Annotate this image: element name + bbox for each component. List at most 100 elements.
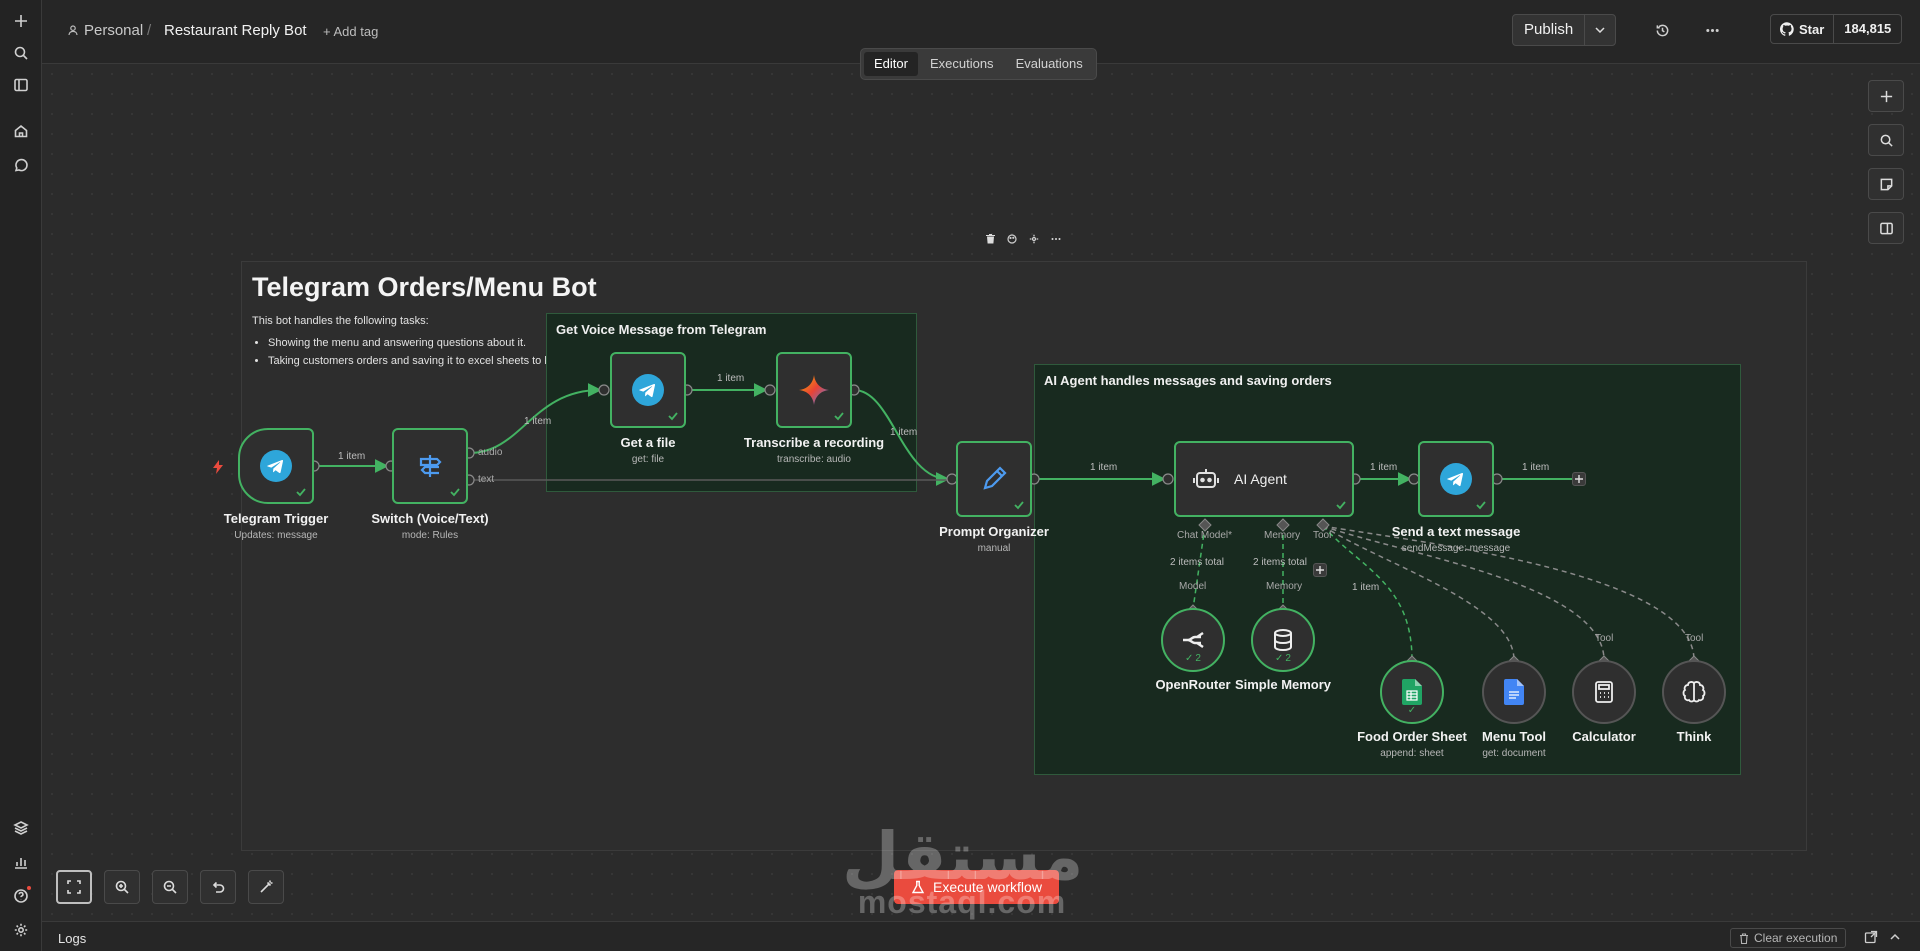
node-title: Calculator bbox=[1572, 729, 1636, 744]
node-get-file[interactable] bbox=[610, 352, 686, 428]
zoom-in-icon bbox=[115, 880, 129, 894]
pop-out-icon[interactable] bbox=[1864, 930, 1878, 944]
trash-icon[interactable] bbox=[984, 233, 996, 245]
search-nodes-button[interactable] bbox=[1868, 124, 1904, 156]
node-title: Get a file bbox=[620, 435, 676, 450]
gemini-sparkle-icon bbox=[799, 375, 829, 405]
node-calculator[interactable] bbox=[1572, 660, 1636, 724]
signpost-icon bbox=[419, 455, 442, 477]
github-star-button[interactable]: Star 184,815 bbox=[1770, 14, 1903, 44]
run-count-badge: ✓ 2 bbox=[1275, 653, 1291, 664]
clear-execution-label: Clear execution bbox=[1754, 931, 1838, 945]
sticky-note-icon bbox=[1880, 178, 1892, 190]
undo-icon bbox=[212, 881, 225, 893]
switch-output-text: text bbox=[478, 474, 495, 485]
publish-split-button: Publish bbox=[1512, 14, 1617, 46]
node-prompt-organizer[interactable] bbox=[956, 441, 1032, 517]
execute-workflow-button[interactable]: Execute workflow bbox=[894, 870, 1059, 904]
node-title: Transcribe a recording bbox=[743, 435, 885, 450]
help-icon[interactable] bbox=[9, 884, 33, 908]
telegram-icon bbox=[632, 374, 664, 406]
add-node-button[interactable] bbox=[1868, 80, 1904, 112]
node-title: Switch (Voice/Text) bbox=[371, 511, 489, 526]
sidebar-toggle-icon[interactable] bbox=[9, 73, 33, 97]
openrouter-icon bbox=[1183, 632, 1204, 648]
history-icon[interactable] bbox=[1652, 20, 1672, 40]
toggle-panel-button[interactable] bbox=[1868, 212, 1904, 244]
run-count-badge: ✓ bbox=[1407, 705, 1417, 716]
node-transcribe[interactable] bbox=[776, 352, 852, 428]
zoom-out-button[interactable] bbox=[152, 870, 188, 904]
pencil-icon bbox=[983, 466, 1007, 490]
node-title: Prompt Organizer bbox=[939, 524, 1049, 539]
telegram-icon bbox=[260, 450, 292, 482]
templates-icon[interactable] bbox=[9, 816, 33, 840]
chat-icon[interactable] bbox=[9, 154, 33, 178]
gear-icon[interactable] bbox=[1028, 233, 1040, 245]
checkmark-icon bbox=[1014, 501, 1024, 510]
github-star-count: 184,815 bbox=[1844, 21, 1892, 36]
agent-port-chat-model: Chat Model* bbox=[1177, 530, 1233, 541]
edge-label: 1 item bbox=[1522, 462, 1550, 473]
trash-icon bbox=[1740, 932, 1748, 944]
group-voice-title: Get Voice Message from Telegram bbox=[556, 322, 767, 337]
add-next-node-button[interactable] bbox=[1572, 472, 1586, 486]
tidy-up-button[interactable] bbox=[248, 870, 284, 904]
node-send-message[interactable] bbox=[1418, 441, 1494, 517]
clear-execution-button[interactable]: Clear execution bbox=[1730, 928, 1847, 948]
sticky-intro: This bot handles the following tasks: bbox=[252, 315, 429, 327]
memory-label: Memory bbox=[1266, 581, 1303, 592]
node-telegram-trigger[interactable] bbox=[238, 428, 314, 504]
add-tool-button[interactable] bbox=[1313, 563, 1327, 577]
node-openrouter[interactable]: ✓ 2 bbox=[1161, 608, 1225, 672]
plus-icon bbox=[1880, 90, 1892, 102]
breadcrumb-workspace[interactable]: Personal bbox=[68, 22, 143, 39]
add-tag-button[interactable]: + Add tag bbox=[323, 24, 378, 39]
node-subtitle: mode: Rules bbox=[401, 530, 459, 541]
zoom-in-button[interactable] bbox=[104, 870, 140, 904]
edge-label: 1 item bbox=[890, 427, 918, 438]
node-think[interactable] bbox=[1662, 660, 1726, 724]
tab-executions[interactable]: Executions bbox=[920, 52, 1004, 76]
chevron-up-icon[interactable] bbox=[1888, 930, 1902, 944]
calculator-label: Tool bbox=[1595, 633, 1614, 644]
tab-editor[interactable]: Editor bbox=[864, 52, 918, 76]
logs-bar[interactable]: Logs Clear execution bbox=[42, 921, 1920, 951]
workflow-title[interactable]: Restaurant Reply Bot bbox=[164, 22, 307, 39]
node-switch[interactable] bbox=[392, 428, 468, 504]
node-ai-agent[interactable]: AI Agent bbox=[1174, 441, 1354, 517]
workflow-canvas[interactable]: Telegram Orders/Menu Bot This bot handle… bbox=[42, 64, 1920, 921]
checkmark-icon bbox=[296, 488, 306, 497]
search-icon[interactable] bbox=[9, 41, 33, 65]
more-options-icon[interactable] bbox=[1702, 20, 1722, 40]
home-icon[interactable] bbox=[9, 119, 33, 143]
publish-button[interactable]: Publish bbox=[1513, 15, 1586, 45]
add-icon[interactable] bbox=[9, 9, 33, 33]
think-label: Tool bbox=[1685, 633, 1704, 644]
node-simple-memory[interactable]: ✓ 2 bbox=[1251, 608, 1315, 672]
edge-label: 2 items total bbox=[1170, 557, 1224, 568]
node-food-order-sheet[interactable]: ✓ bbox=[1380, 660, 1444, 724]
more-options-icon[interactable] bbox=[1050, 233, 1062, 245]
node-subtitle: append: sheet bbox=[1380, 748, 1444, 759]
view-tabs: Editor Executions Evaluations bbox=[860, 48, 1097, 80]
agent-label: AI Agent bbox=[1234, 471, 1287, 487]
add-sticky-button[interactable] bbox=[1868, 168, 1904, 200]
group-voice-message[interactable]: Get Voice Message from Telegram bbox=[546, 313, 917, 492]
node-menu-tool[interactable] bbox=[1482, 660, 1546, 724]
palette-icon[interactable] bbox=[1006, 233, 1018, 245]
settings-icon[interactable] bbox=[9, 918, 33, 942]
edge-label: 1 item bbox=[338, 451, 366, 462]
chevron-down-icon[interactable] bbox=[1585, 15, 1615, 45]
logs-title: Logs bbox=[58, 931, 87, 946]
edge-label: 1 item bbox=[1370, 462, 1398, 473]
edge-label: 1 item bbox=[717, 373, 745, 384]
plus-icon bbox=[1575, 475, 1583, 483]
insights-icon[interactable] bbox=[9, 850, 33, 874]
database-icon bbox=[1274, 629, 1292, 652]
node-title: Send a text message bbox=[1391, 524, 1521, 539]
node-subtitle: get: document bbox=[1482, 748, 1546, 759]
fit-view-button[interactable] bbox=[56, 870, 92, 904]
tab-evaluations[interactable]: Evaluations bbox=[1006, 52, 1093, 76]
undo-button[interactable] bbox=[200, 870, 236, 904]
